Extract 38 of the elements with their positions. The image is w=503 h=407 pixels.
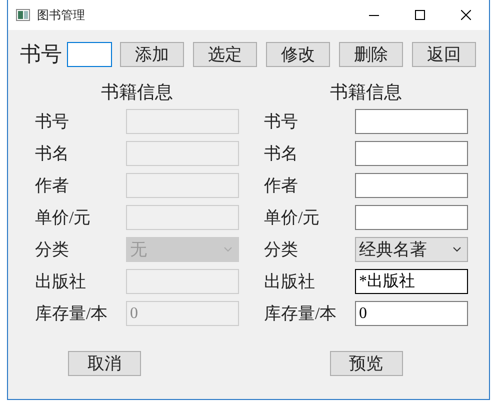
maximize-icon <box>415 10 425 20</box>
field-label: 分类 <box>35 239 70 261</box>
text-field[interactable] <box>355 205 468 230</box>
action-button[interactable]: 取消 <box>68 351 141 376</box>
field-label: 库存量/本 <box>264 303 338 325</box>
field-label: 单价/元 <box>35 207 92 229</box>
section-heading: 书籍信息 <box>329 81 403 103</box>
section-heading: 书籍信息 <box>100 81 174 103</box>
book-id-label: 书号 <box>20 41 62 68</box>
toolbar-button[interactable]: 选定 <box>193 42 257 66</box>
close-icon <box>461 10 471 20</box>
text-field[interactable]: 0 <box>355 301 468 326</box>
action-button[interactable]: 预览 <box>330 351 402 376</box>
field-label: 库存量/本 <box>35 303 109 325</box>
toolbar-button[interactable]: 修改 <box>266 42 330 66</box>
field-label: 作者 <box>264 175 299 197</box>
text-field[interactable]: *出版社 <box>355 269 468 294</box>
category-dropdown[interactable]: 经典名著 <box>355 237 468 262</box>
toolbar-button[interactable]: 返回 <box>412 42 476 66</box>
field-label: 单价/元 <box>264 207 321 229</box>
chevron-icon <box>453 247 461 252</box>
text-field[interactable] <box>355 109 468 134</box>
field-label: 书号 <box>35 111 70 133</box>
toolbar-button[interactable]: 删除 <box>339 42 403 66</box>
field-label: 书名 <box>264 143 299 165</box>
field-label: 作者 <box>35 175 70 197</box>
chevron-icon <box>224 247 232 252</box>
field-label: 书号 <box>264 111 299 133</box>
text-field[interactable] <box>355 173 468 198</box>
text-field[interactable] <box>355 141 468 166</box>
toolbar-button[interactable]: 添加 <box>120 42 184 66</box>
window-title: 图书管理 <box>37 6 85 24</box>
field-label: 书名 <box>35 143 70 165</box>
field-label: 分类 <box>264 239 299 261</box>
app-icon <box>16 9 30 21</box>
field-label: 出版社 <box>35 271 87 293</box>
book-id-field[interactable] <box>67 42 112 66</box>
field-label: 出版社 <box>264 271 316 293</box>
